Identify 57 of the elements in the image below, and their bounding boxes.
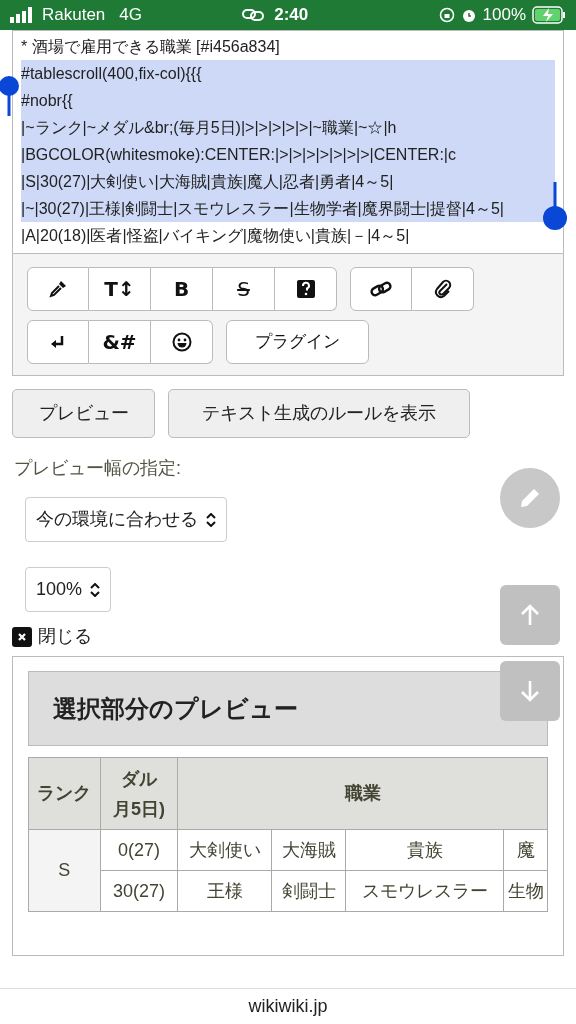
table-cell: 魔 bbox=[503, 829, 548, 871]
clock-time: 2:40 bbox=[274, 4, 309, 27]
table-cell: 剣闘士 bbox=[271, 870, 346, 912]
chevron-updown-icon bbox=[90, 582, 101, 597]
carrier-name: Rakuten bbox=[42, 4, 106, 27]
table-cell: 0(27) bbox=[100, 829, 178, 871]
close-icon[interactable] bbox=[12, 626, 32, 647]
smiley-icon bbox=[171, 332, 192, 352]
return-icon bbox=[50, 335, 66, 349]
arrow-up-icon bbox=[519, 603, 541, 627]
table-cell: スモウレスラー bbox=[345, 870, 504, 912]
code-line: |A|20(18)|医者|怪盗|バイキング|魔物使い|貴族|－|4～5| bbox=[21, 226, 411, 246]
table-cell: 大剣使い bbox=[178, 829, 272, 871]
toolbar-button[interactable] bbox=[27, 267, 89, 311]
toolbar-button[interactable]: &# bbox=[89, 320, 151, 364]
table-cell: S bbox=[28, 829, 101, 912]
toolbar-button[interactable]: B bbox=[151, 267, 213, 311]
table-cell: 王様 bbox=[178, 870, 272, 912]
question-block-icon bbox=[295, 279, 316, 299]
pencil-icon bbox=[518, 486, 542, 510]
toolbar-button[interactable] bbox=[412, 267, 474, 311]
selection-end-handle[interactable] bbox=[542, 182, 568, 232]
table-header: 職業 bbox=[178, 757, 548, 830]
toolbar-button[interactable] bbox=[151, 320, 213, 364]
alarm-icon bbox=[460, 7, 477, 23]
battery-percent: 100% bbox=[482, 4, 526, 27]
site-url: wikiwiki.jp bbox=[248, 995, 328, 1018]
width-select[interactable]: 今の環境に合わせる bbox=[25, 497, 227, 542]
rotation-lock-icon bbox=[438, 7, 455, 23]
table-header: ランク bbox=[28, 757, 101, 830]
battery-charging-icon bbox=[532, 6, 566, 24]
link-icon bbox=[242, 8, 265, 22]
preview-width-label: プレビュー幅の指定: bbox=[14, 457, 182, 480]
eyedropper-icon bbox=[49, 280, 67, 298]
code-line: * 酒場で雇用できる職業 [#i456a834] bbox=[21, 37, 281, 57]
network-type: 4G bbox=[119, 4, 142, 27]
close-link[interactable]: 閉じる bbox=[38, 623, 92, 650]
preview-heading: 選択部分のプレビュー bbox=[28, 671, 548, 746]
table-cell: 生物 bbox=[503, 870, 548, 912]
chevron-updown-icon bbox=[206, 512, 216, 527]
table-cell: 30(27) bbox=[100, 870, 178, 912]
width-select[interactable]: 100% bbox=[25, 567, 112, 612]
arrow-down-icon bbox=[519, 679, 541, 703]
toolbar-button[interactable] bbox=[350, 267, 412, 311]
table-header: 月5日) bbox=[112, 797, 167, 821]
link-icon bbox=[370, 280, 392, 298]
plugin-button[interactable]: プラグイン bbox=[226, 320, 369, 364]
table-header: ダル bbox=[120, 767, 159, 791]
toolbar-button[interactable]: T↕ bbox=[89, 267, 151, 311]
toolbar-button[interactable] bbox=[275, 267, 337, 311]
strikethrough-button[interactable]: S bbox=[213, 267, 275, 311]
preview-button[interactable]: プレビュー bbox=[12, 389, 155, 438]
table-cell: 大海賊 bbox=[271, 829, 346, 871]
selection-start-handle[interactable] bbox=[0, 75, 20, 117]
paperclip-icon bbox=[433, 279, 452, 299]
rules-button[interactable]: テキスト生成のルールを表示 bbox=[168, 389, 470, 438]
table-cell: 貴族 bbox=[345, 829, 504, 871]
